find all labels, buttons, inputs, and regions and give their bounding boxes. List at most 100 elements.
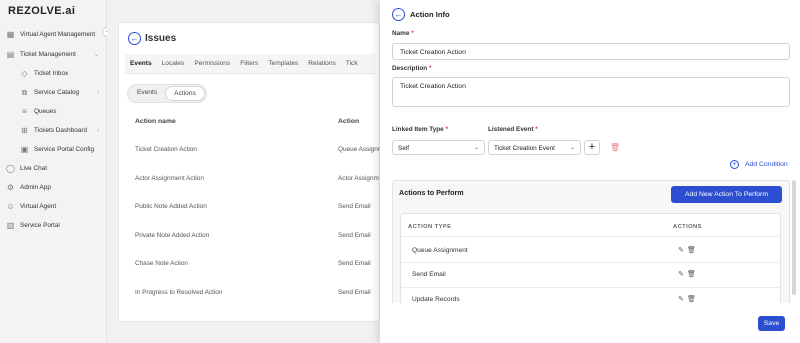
drawer-scrollbar[interactable]: [792, 180, 796, 295]
pill-events[interactable]: Events: [129, 86, 165, 101]
tab-locales[interactable]: Locales: [157, 60, 190, 67]
tab-filters[interactable]: Filters: [235, 60, 263, 67]
table-row-action: Send Email: [338, 260, 371, 267]
tab-permissions[interactable]: Permissions: [189, 60, 235, 67]
sidebar-item-label: Service Catalog: [34, 89, 80, 96]
chevron-down-icon: ⌄: [569, 145, 575, 151]
required-mark: *: [535, 126, 538, 133]
table-row-action: Send Email: [338, 203, 371, 210]
column-header-action: Action: [338, 118, 360, 125]
agent-icon: ☺: [6, 202, 15, 211]
column-header-action-name: Action name: [135, 118, 176, 125]
actions-panel-title: Actions to Perform: [399, 188, 464, 197]
sidebar: REZOLVE.ai ▦ Virtual Agent Management ▤ …: [0, 0, 107, 343]
table-row-name[interactable]: Public Note Added Action: [135, 203, 207, 210]
tab-tick[interactable]: Tick: [341, 60, 363, 67]
tag-icon: ◇: [21, 69, 28, 78]
logo: REZOLVE.ai: [8, 5, 76, 17]
list-icon: ≡: [22, 107, 27, 116]
sidebar-item-service-portal[interactable]: ▥ Service Portal: [0, 216, 107, 235]
chat-icon: ◯: [6, 164, 15, 173]
sidebar-nav: ▦ Virtual Agent Management ▤ Ticket Mana…: [0, 25, 107, 235]
required-mark: *: [411, 30, 414, 37]
name-label-text: Name: [392, 30, 410, 37]
table-row-action: Queue Assignm: [338, 146, 384, 153]
chevron-down-icon: ⌄: [473, 145, 479, 151]
save-button[interactable]: Save: [758, 316, 785, 331]
drawer-header: ← Action Info: [392, 8, 450, 21]
linked-item-type-value: Self: [398, 145, 410, 152]
tab-relations[interactable]: Relations: [303, 60, 341, 67]
sidebar-item-ticket-inbox[interactable]: ◇ Ticket Inbox: [0, 64, 107, 83]
description-label: Description *: [392, 65, 431, 72]
chevron-down-icon: ⌄: [93, 52, 99, 58]
column-header-actions: ACTIONS: [673, 224, 702, 230]
sidebar-item-virtual-agent[interactable]: ☺ Virtual Agent: [0, 197, 107, 216]
linked-item-type-label: Linked Item Type *: [392, 126, 448, 133]
drawer-footer: [380, 303, 800, 343]
sidebar-item-label: Queues: [34, 108, 57, 115]
table-row-name[interactable]: Actor Assignment Action: [135, 175, 204, 182]
sidebar-item-label: Live Chat: [20, 165, 47, 172]
table-row-name[interactable]: In Progress to Resolved Action: [135, 289, 222, 296]
back-arrow-icon[interactable]: ←: [392, 8, 405, 21]
ticket-icon: ▤: [6, 50, 15, 59]
sidebar-item-label: Virtual Agent Management: [20, 31, 96, 38]
tab-events[interactable]: Events: [125, 60, 157, 67]
table-row-name[interactable]: Ticket Creation Action: [135, 146, 197, 153]
edit-icon[interactable]: ✎: [678, 295, 684, 303]
trash-icon[interactable]: 🗑: [687, 246, 696, 254]
table-row-name[interactable]: Chase Note Action: [135, 260, 188, 267]
chevron-right-icon: ›: [97, 127, 99, 134]
sidebar-item-virtual-agent-management[interactable]: ▦ Virtual Agent Management: [0, 25, 107, 44]
sidebar-item-admin-app[interactable]: ⚙ Admin App: [0, 178, 107, 197]
drawer-title: Action Info: [410, 10, 450, 19]
listened-event-label-text: Listened Event: [488, 126, 534, 133]
events-actions-switch: Events Actions: [127, 84, 207, 103]
sidebar-item-queues[interactable]: ≡ Queues: [0, 102, 107, 121]
column-header-action-type: ACTION TYPE: [408, 224, 452, 230]
portal-icon: ▥: [6, 221, 15, 230]
table-row-action: Send Email: [338, 289, 371, 296]
tab-templates[interactable]: Templates: [263, 60, 303, 67]
listened-event-select[interactable]: Ticket Creation Event ⌄: [488, 140, 581, 155]
add-condition-button[interactable]: + Add Condition: [730, 160, 788, 169]
row-divider: [401, 287, 780, 288]
trash-icon[interactable]: 🗑: [687, 270, 696, 278]
row-divider: [401, 262, 780, 263]
stack-icon: ⧉: [21, 88, 28, 97]
grid-icon: ▦: [6, 30, 15, 39]
trash-icon[interactable]: 🗑: [687, 295, 696, 303]
page-title: Issues: [145, 33, 177, 44]
sidebar-item-label: Admin App: [20, 184, 51, 191]
issue-tabs: Events Locales Permissions Filters Templ…: [125, 54, 375, 74]
name-label: Name *: [392, 30, 414, 37]
edit-icon[interactable]: ✎: [678, 270, 684, 278]
delete-trash-icon[interactable]: 🗑: [608, 140, 622, 155]
sidebar-item-live-chat[interactable]: ◯ Live Chat: [0, 159, 107, 178]
required-mark: *: [428, 65, 432, 72]
action-row-type: Queue Assignment: [412, 247, 468, 254]
sidebar-item-label: Ticket Inbox: [34, 70, 69, 77]
chevron-right-icon: ›: [97, 89, 99, 96]
name-field[interactable]: Ticket Creation Action: [392, 43, 790, 60]
sidebar-item-ticket-management[interactable]: ▤ Ticket Management ⌄: [0, 45, 107, 64]
main-area: ← Issues Events Locales Permissions Filt…: [107, 0, 384, 343]
back-arrow-icon[interactable]: ←: [128, 32, 141, 45]
add-new-action-button[interactable]: Add New Action To Perform: [671, 186, 782, 203]
add-event-plus-icon[interactable]: +: [584, 140, 600, 155]
sidebar-item-label: Service Portal Config: [34, 146, 95, 153]
sidebar-item-service-portal-config[interactable]: ▣ Service Portal Config: [0, 140, 107, 159]
sidebar-item-service-catalog[interactable]: ⧉ Service Catalog ›: [0, 83, 107, 102]
required-mark: *: [445, 126, 449, 133]
linked-item-type-select[interactable]: Self ⌄: [392, 140, 485, 155]
table-row-name[interactable]: Private Note Added Action: [135, 232, 209, 239]
dashboard-icon: ⊞: [21, 126, 28, 135]
pill-actions[interactable]: Actions: [165, 86, 205, 101]
edit-icon[interactable]: ✎: [678, 246, 684, 254]
listened-event-label: Listened Event *: [488, 126, 538, 133]
sidebar-item-tickets-dashboard[interactable]: ⊞ Tickets Dashboard ›: [0, 121, 107, 140]
description-field[interactable]: Ticket Creation Action: [392, 77, 790, 107]
sidebar-item-label: Ticket Management: [20, 51, 76, 58]
add-condition-label: Add Condition: [745, 161, 788, 168]
